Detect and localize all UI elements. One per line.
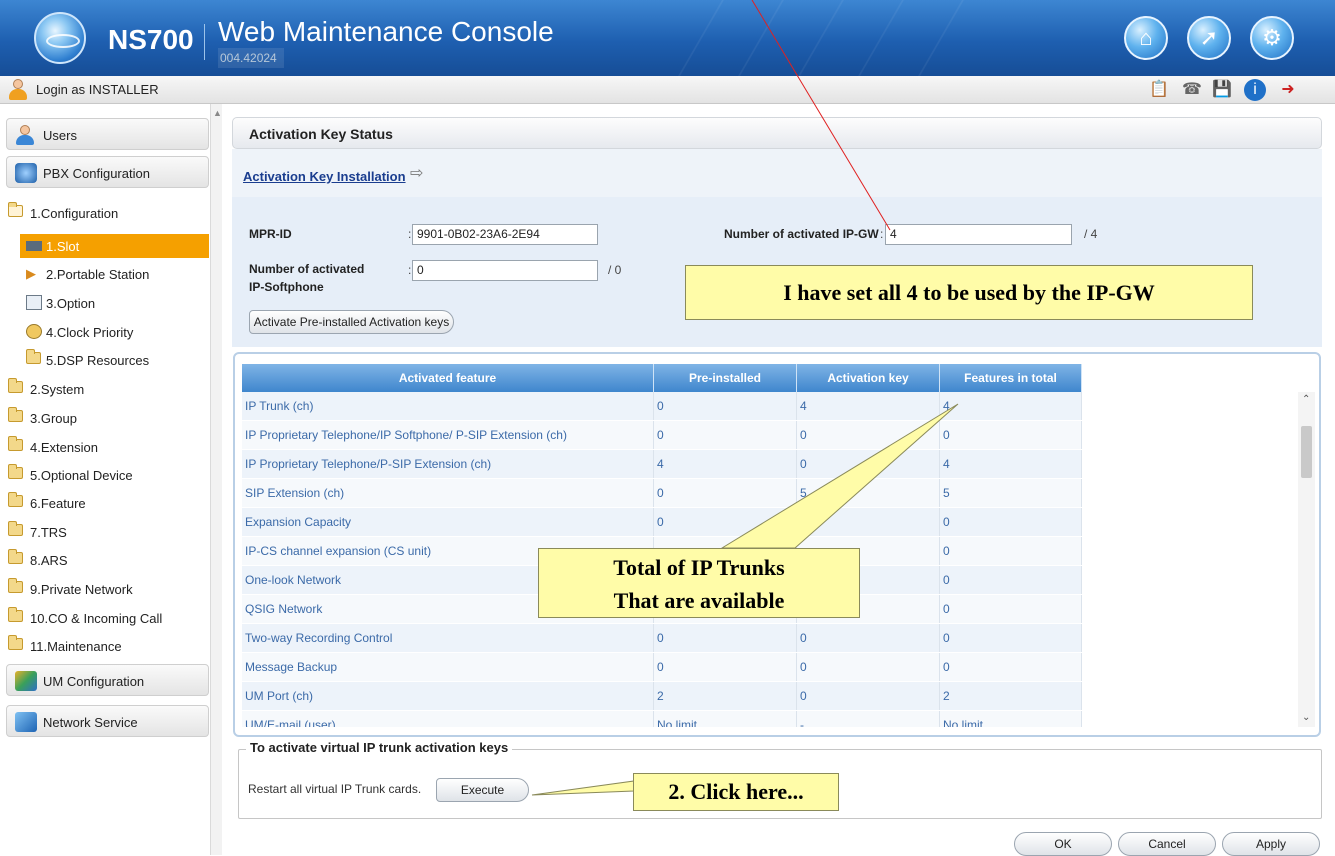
callout-total-ip-trunks: Total of IP Trunks That are available bbox=[538, 548, 860, 618]
callout-click-here: 2. Click here... bbox=[633, 773, 839, 811]
callout-ip-gw: I have set all 4 to be used by the IP-GW bbox=[685, 265, 1253, 320]
annotation-overlay bbox=[531, 0, 959, 796]
callout-pointer bbox=[531, 780, 635, 796]
callout-pointer bbox=[720, 403, 959, 549]
annotation-pointer-line bbox=[751, 0, 891, 231]
